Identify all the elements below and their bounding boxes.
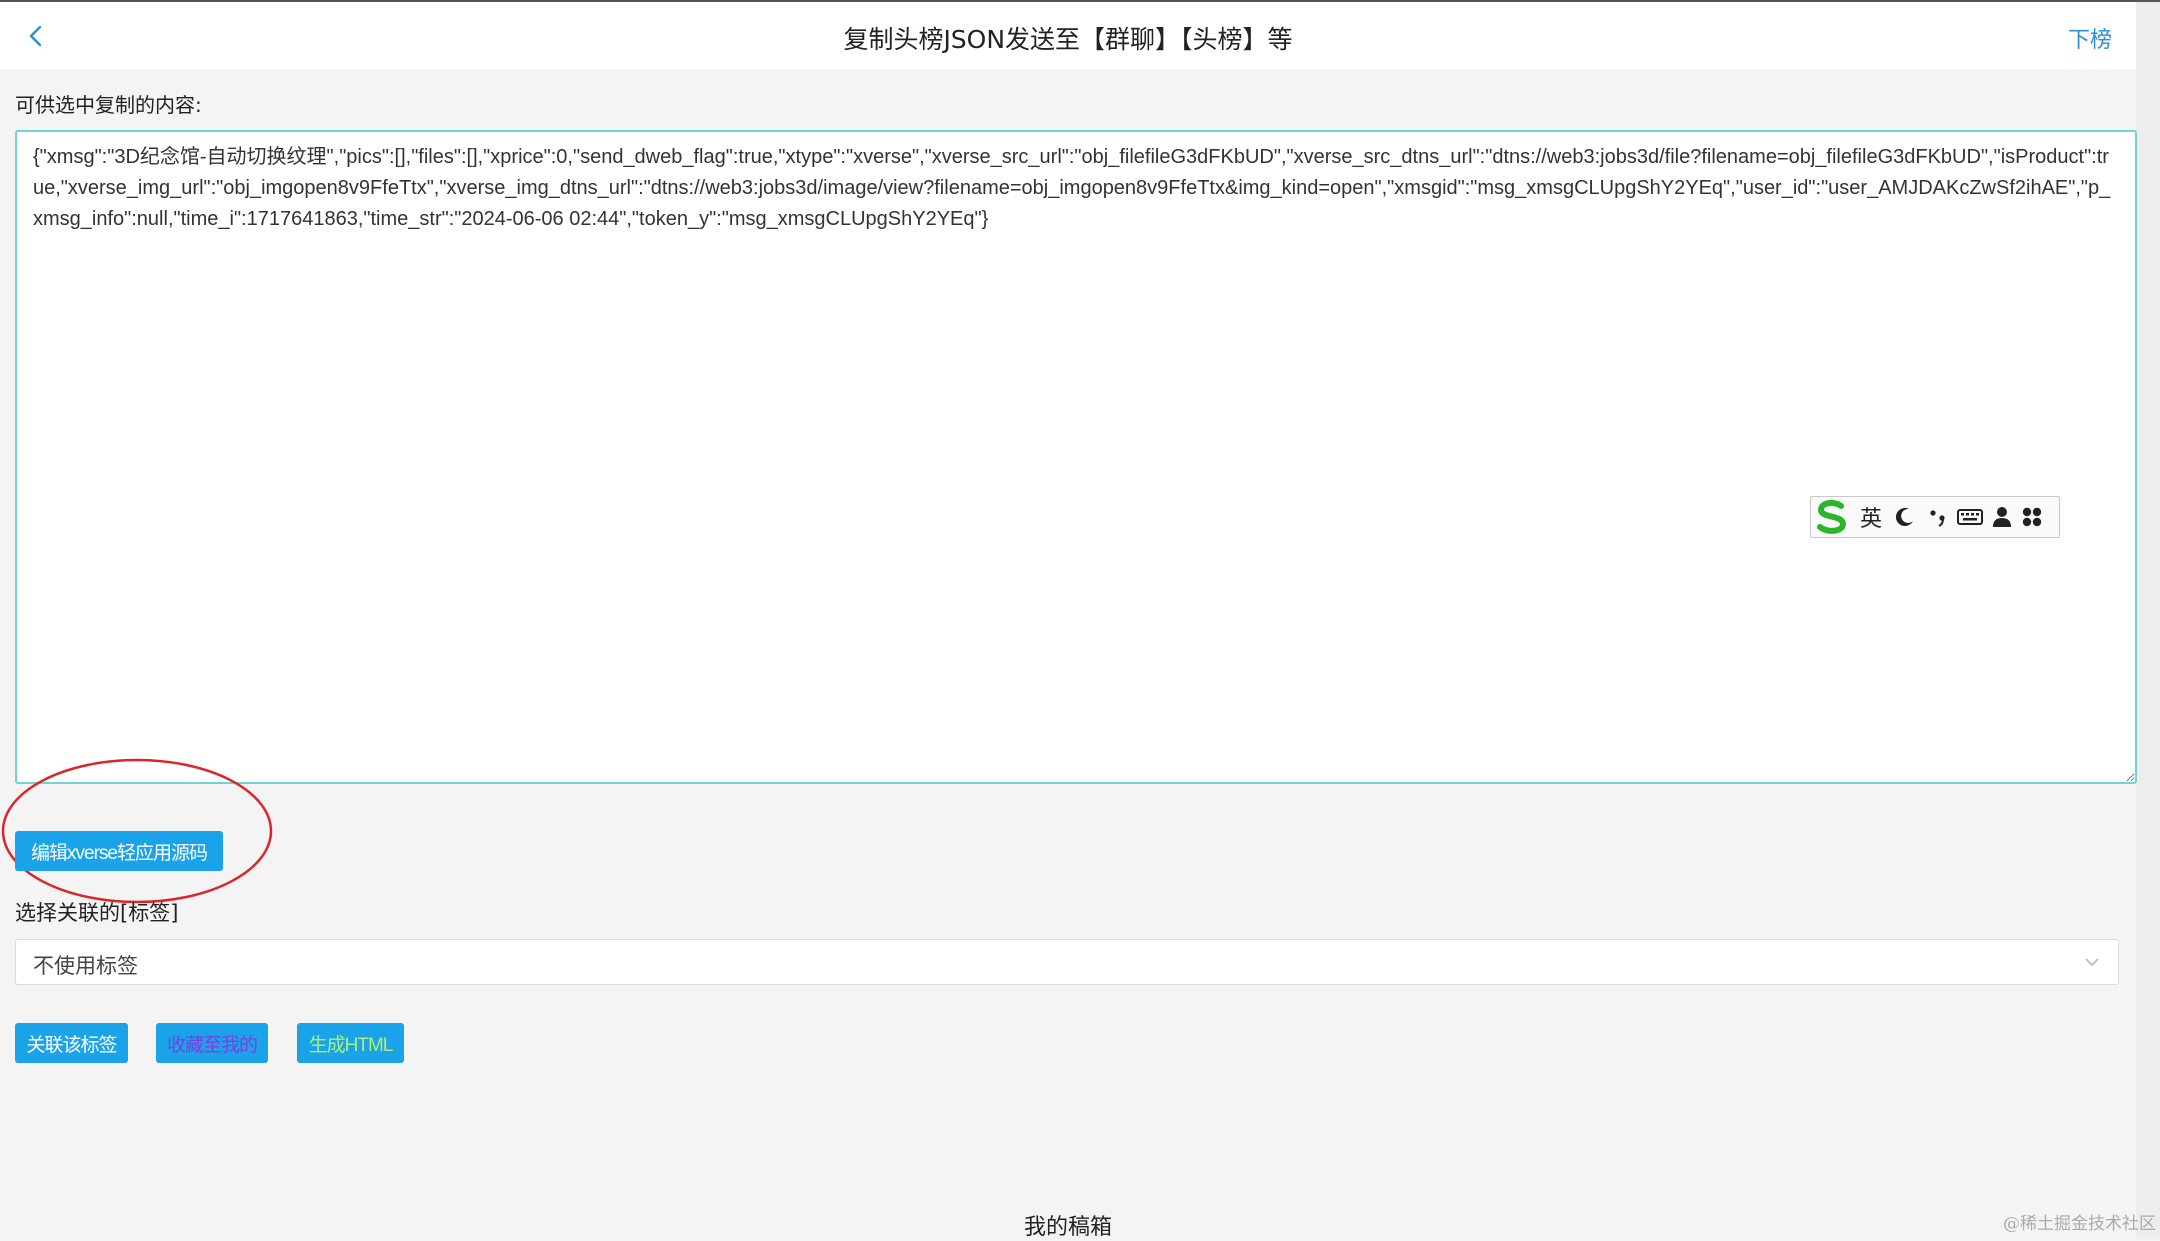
grid-icon[interactable] (2017, 497, 2047, 537)
moon-icon[interactable] (1887, 497, 1923, 537)
watermark: @稀土掘金技术社区 (2003, 1214, 2156, 1234)
tag-select-label: 选择关联的[标签] (15, 901, 179, 925)
tag-select-dropdown[interactable]: 不使用标签 (15, 939, 2119, 985)
edit-xverse-source-button[interactable]: 编辑xverse轻应用源码 (15, 831, 223, 871)
sogou-s-icon[interactable] (1811, 497, 1855, 537)
punctuation-icon[interactable] (1923, 497, 1953, 537)
app-header: 复制头榜JSON发送至【群聊】【头榜】等 下榜 (0, 2, 2136, 69)
ime-language-toggle[interactable]: 英 (1855, 497, 1887, 537)
generate-html-button[interactable]: 生成HTML (297, 1023, 404, 1063)
keyboard-icon[interactable] (1953, 497, 1987, 537)
page-scrollbar[interactable] (2136, 2, 2160, 1239)
next-rank-link[interactable]: 下榜 (2068, 22, 2112, 54)
copy-content-label: 可供选中复制的内容: (15, 93, 202, 117)
tag-select-value: 不使用标签 (33, 954, 138, 978)
user-icon[interactable] (1987, 497, 2017, 537)
chevron-down-icon (2085, 958, 2099, 967)
page-title: 复制头榜JSON发送至【群聊】【头榜】等 (843, 25, 1293, 54)
save-to-mine-button[interactable]: 收藏至我的 (156, 1023, 268, 1063)
json-content-textarea[interactable]: {"xmsg":"3D纪念馆-自动切换纹理","pics":[],"files"… (15, 130, 2137, 784)
link-tag-button[interactable]: 关联该标签 (15, 1023, 128, 1063)
my-drafts-label[interactable]: 我的稿箱 (0, 1209, 2136, 1241)
ime-toolbar[interactable]: 英 (1810, 496, 2060, 538)
